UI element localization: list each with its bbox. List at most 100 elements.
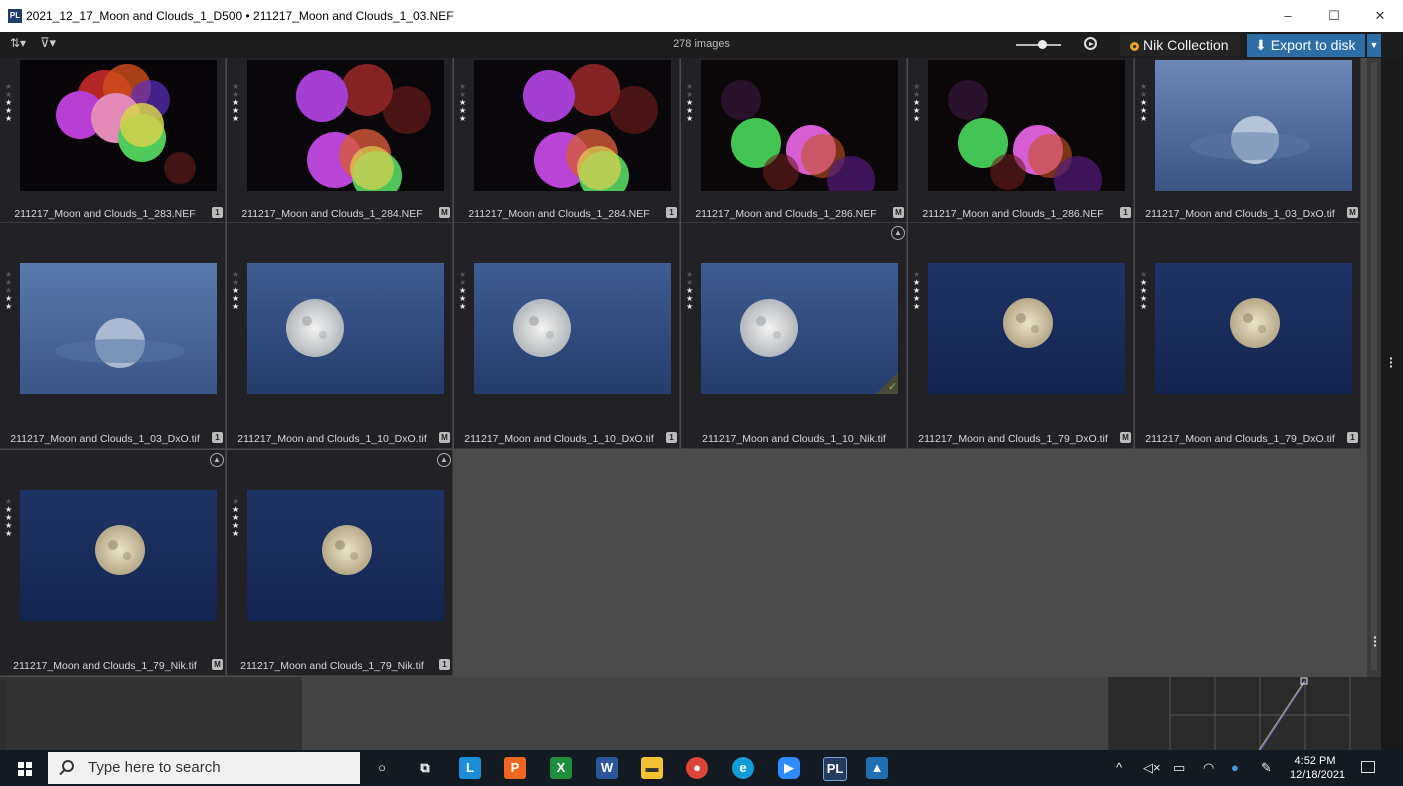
virtual-copy-badge: M — [1120, 432, 1131, 443]
thumbnail-tile[interactable]: ★ ★ ★ ★ ★ 211217_Moon and Clouds_1_79_Nik.tif… — [227, 450, 453, 676]
star-icon[interactable]: ★ — [686, 303, 694, 311]
star-icon[interactable]: ★ — [459, 303, 467, 311]
windows-start-icon[interactable] — [18, 762, 32, 776]
taskbar-clock[interactable]: 4:52 PM 12/18/2021 — [1290, 754, 1345, 782]
taskbar-search-box[interactable]: Type here to search — [48, 752, 360, 784]
panel-handle-icon[interactable]: · · · — [1373, 630, 1378, 652]
notification-center-icon[interactable] — [1361, 761, 1375, 773]
minimize-button[interactable]: – — [1265, 0, 1311, 32]
thumbnail-image[interactable] — [701, 263, 898, 394]
photos-app-icon[interactable]: ▲ — [866, 757, 888, 779]
paintshop-app-icon[interactable]: P — [504, 757, 526, 779]
chrome-app-icon[interactable]: ● — [686, 757, 708, 779]
star-icon[interactable]: ★ — [913, 115, 921, 123]
panel-handle-icon[interactable]: · · · — [1389, 351, 1394, 373]
export-icon: ⬇ — [1255, 37, 1267, 53]
thumbnail-image[interactable] — [1155, 263, 1352, 394]
thumbnail-image[interactable] — [474, 263, 671, 394]
star-icon[interactable]: ★ — [232, 303, 240, 311]
star-icon[interactable]: ★ — [5, 303, 13, 311]
thumbnail-tile[interactable]: ★ ★ ★ ★ ★ 211217_Moon and Clouds_1_10_Nik.tif… — [681, 223, 907, 449]
star-rating[interactable]: ★ ★ ★ ★ ★ — [686, 271, 694, 311]
thumbnail-tile[interactable]: ★ ★ ★ ★ ★ 211217_Moon and Clouds_1_10_DxO.tif… — [227, 223, 453, 449]
star-rating[interactable]: ★ ★ ★ ★ ★ — [1140, 271, 1148, 311]
thumbnail-image[interactable] — [928, 263, 1125, 394]
star-rating[interactable]: ★ ★ ★ ★ ★ — [232, 271, 240, 311]
export-to-disk-button[interactable]: ⬇ Export to disk — [1247, 34, 1365, 57]
grid-scrollbar[interactable] — [1367, 58, 1381, 677]
window-title: 2021_12_17_Moon and Clouds_1_D500 • 2112… — [26, 9, 454, 23]
go-to-image-icon[interactable] — [1084, 37, 1097, 50]
wifi-icon[interactable]: ◠ — [1203, 760, 1214, 776]
star-icon[interactable]: ★ — [1140, 303, 1148, 311]
lightroom-app-icon[interactable]: L — [459, 757, 481, 779]
thumbnail-filename: 211217_Moon and Clouds_1_286.NEF — [922, 208, 1104, 220]
star-rating[interactable]: ★ ★ ★ ★ ★ — [1140, 83, 1148, 123]
thumbnail-image[interactable] — [701, 60, 898, 191]
star-icon[interactable]: ★ — [459, 115, 467, 123]
cortana-icon[interactable]: ○ — [371, 757, 393, 779]
virtual-copy-badge: 1 — [1347, 432, 1358, 443]
star-rating[interactable]: ★ ★ ★ ★ ★ — [913, 271, 921, 311]
maximize-button[interactable]: ☐ — [1311, 0, 1357, 32]
close-button[interactable]: ✕ — [1357, 0, 1403, 32]
thumbnail-tile[interactable]: ★ ★ ★ ★ ★ 211217_Moon and Clouds_1_79_DxO.tif… — [1135, 223, 1361, 449]
star-rating[interactable]: ★ ★ ★ ★ ★ — [459, 271, 467, 311]
thumbnail-image[interactable] — [20, 263, 217, 394]
thumbnail-image[interactable] — [928, 60, 1125, 191]
excel-app-icon[interactable]: X — [550, 757, 572, 779]
star-rating[interactable]: ★ ★ ★ ★ ★ — [686, 83, 694, 123]
star-rating[interactable]: ★ ★ ★ ★ ★ — [232, 83, 240, 123]
star-rating[interactable]: ★ ★ ★ ★ ★ — [5, 83, 13, 123]
star-rating[interactable]: ★ ★ ★ ★ ★ — [5, 498, 13, 538]
show-hidden-icons-icon[interactable]: ^ — [1116, 760, 1122, 775]
bottom-panel — [0, 677, 1381, 751]
thumbnail-image[interactable] — [20, 490, 217, 621]
thumbnail-tile[interactable]: ★ ★ ★ ★ ★ 211217_Moon and Clouds_1_79_DxO.tif… — [908, 223, 1134, 449]
right-panel-collapsed: · · · — [1381, 58, 1403, 750]
external-edit-icon: ▲ — [210, 453, 224, 467]
thumbnail-tile[interactable]: ★ ★ ★ ★ ★ 211217_Moon and Clouds_1_286.NEF M — [681, 58, 907, 223]
app-tray-icon[interactable]: ● — [1231, 760, 1239, 775]
star-icon[interactable]: ★ — [232, 530, 240, 538]
histogram-area — [302, 677, 1108, 750]
edge-app-icon[interactable]: e — [732, 757, 754, 779]
scrollbar-thumb[interactable] — [1371, 62, 1377, 670]
export-dropdown-button[interactable]: ▼ — [1367, 34, 1381, 57]
thumbnail-tile[interactable]: ★ ★ ★ ★ ★ 211217_Moon and Clouds_1_03_DxO.tif… — [0, 223, 226, 449]
thumbnail-tile[interactable]: ★ ★ ★ ★ ★ 211217_Moon and Clouds_1_79_Nik.tif… — [0, 450, 226, 676]
thumbnail-tile[interactable]: ★ ★ ★ ★ ★ 211217_Moon and Clouds_1_283.NEF 1 — [0, 58, 226, 223]
file-explorer-icon[interactable]: ▬ — [641, 757, 663, 779]
thumbnail-image[interactable] — [20, 60, 217, 191]
thumbnail-tile[interactable]: ★ ★ ★ ★ ★ 211217_Moon and Clouds_1_10_DxO.tif… — [454, 223, 680, 449]
zoom-app-icon[interactable]: ▶ — [778, 757, 800, 779]
star-icon[interactable]: ★ — [232, 115, 240, 123]
star-icon[interactable]: ★ — [5, 530, 13, 538]
photolab-app-icon[interactable]: PL — [823, 757, 847, 781]
pen-icon[interactable]: ✎ — [1261, 760, 1272, 776]
thumbnail-image[interactable] — [247, 263, 444, 394]
slider-knob[interactable] — [1038, 40, 1047, 49]
word-app-icon[interactable]: W — [596, 757, 618, 779]
thumbnail-tile[interactable]: ★ ★ ★ ★ ★ 211217_Moon and Clouds_1_03_DxO.tif… — [1135, 58, 1361, 223]
battery-icon[interactable]: ▭ — [1173, 760, 1185, 776]
nik-collection-button[interactable]: Nik Collection — [1120, 34, 1240, 56]
thumbnail-image[interactable] — [247, 60, 444, 191]
star-icon[interactable]: ★ — [913, 303, 921, 311]
thumbnail-tile[interactable]: ★ ★ ★ ★ ★ 211217_Moon and Clouds_1_286.NEF 1 — [908, 58, 1134, 223]
volume-icon[interactable]: ◁× — [1143, 760, 1161, 776]
thumbnail-image[interactable] — [474, 60, 671, 191]
thumbnail-tile[interactable]: ★ ★ ★ ★ ★ 211217_Moon and Clouds_1_284.NEF M — [227, 58, 453, 223]
star-rating[interactable]: ★ ★ ★ ★ ★ — [5, 271, 13, 311]
task-view-icon[interactable]: ⧉ — [414, 757, 436, 779]
star-icon[interactable]: ★ — [5, 115, 13, 123]
star-rating[interactable]: ★ ★ ★ ★ ★ — [232, 498, 240, 538]
thumbnail-image[interactable] — [247, 490, 444, 621]
star-icon[interactable]: ★ — [1140, 115, 1148, 123]
star-rating[interactable]: ★ ★ ★ ★ ★ — [913, 83, 921, 123]
thumbnail-tile[interactable]: ★ ★ ★ ★ ★ 211217_Moon and Clouds_1_284.NEF 1 — [454, 58, 680, 223]
thumbnail-image[interactable] — [1155, 60, 1352, 191]
thumbnail-filename: 211217_Moon and Clouds_1_284.NEF — [241, 208, 423, 220]
star-icon[interactable]: ★ — [686, 115, 694, 123]
star-rating[interactable]: ★ ★ ★ ★ ★ — [459, 83, 467, 123]
